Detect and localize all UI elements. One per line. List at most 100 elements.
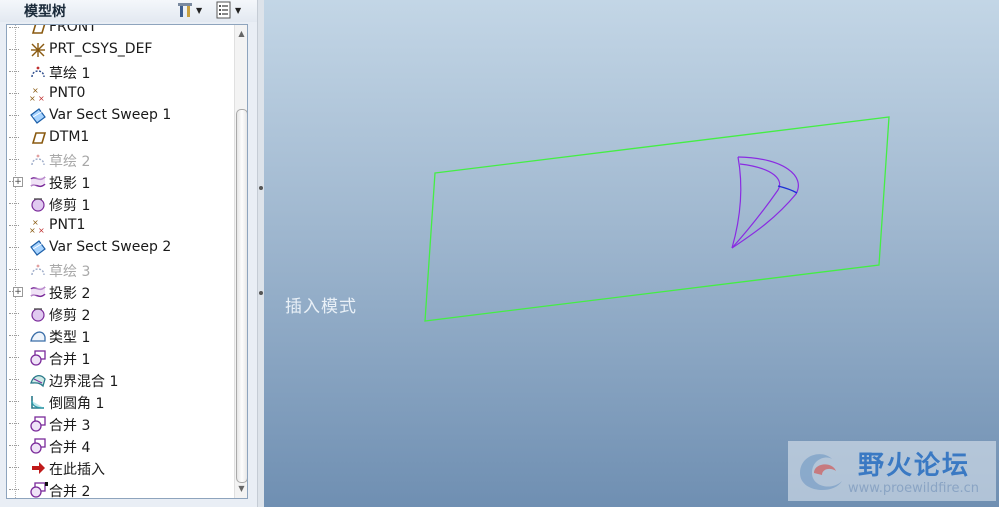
forum-logo-icon [800,454,842,491]
tree-item[interactable]: PRT_CSYS_DEF [7,39,227,61]
tree-item[interactable]: × × × PNT1 [7,215,227,237]
tree-item-label: 倒圆角 1 [49,396,105,412]
tree-item-label: 投影 1 [49,176,91,192]
model-tree: FRONT PRT_CSYS_DEF 草绘 1 × × × PNT0 Var Sect Swe… [6,24,248,499]
sketch-icon [31,66,45,78]
svg-text:×: × [38,94,45,103]
splitter-grip[interactable] [259,291,263,295]
tree-item-label: FRONT [49,24,97,35]
sweep-icon [30,108,46,124]
merge-icon [30,350,46,366]
tree-connector [9,313,19,315]
tree-connector [9,445,19,447]
tree-connector [9,269,19,271]
tree-item-label: 草绘 2 [49,154,91,170]
tree-item[interactable]: × × × PNT0 [7,83,227,105]
coordinate-system-icon [31,43,45,57]
tree-item[interactable]: DTM1 [7,127,227,149]
svg-text:×: × [29,226,36,235]
panel-title: 模型树 [24,4,66,20]
expand-toggle-icon[interactable]: + [13,287,23,297]
forum-url: www.proewildfire.cn [848,481,979,496]
insert-mode-label: 插入模式 [285,297,357,317]
datum-point-icon: ×× × [29,86,45,103]
boundary-blend-icon [30,375,46,388]
tree-item[interactable]: 倒圆角 1 [7,391,227,413]
sweep-icon [30,240,46,256]
tree-connector [9,49,19,51]
model-tree-header: 模型树 ▼ ▼ [0,0,257,22]
merge-icon [30,416,46,432]
tree-item-label: 投影 2 [49,286,91,302]
chevron-down-icon: ▼ [196,5,203,15]
merge-icon [30,438,46,454]
tree-item-label: PRT_CSYS_DEF [49,41,153,57]
insert-here-arrow-icon [32,462,45,474]
tree-item[interactable]: 合并 2 [7,479,227,499]
svg-text:×: × [38,226,45,235]
tree-item[interactable]: 修剪 2 [7,303,227,325]
tree-item[interactable]: 草绘 1 [7,61,227,83]
projection-icon [30,176,46,188]
show-menu-button[interactable]: ▼ [215,1,241,19]
tree-scrollbar[interactable]: ▲ ▼ [234,25,247,498]
tree-item-label: Var Sect Sweep 1 [49,107,172,123]
tree-item-label: 类型 1 [49,330,91,346]
tree-item[interactable]: + 投影 1 [7,171,227,193]
scroll-down-arrow[interactable]: ▼ [235,482,247,496]
round-icon [31,396,45,409]
insert-here-marker[interactable]: 在此插入 [7,457,227,479]
tree-item[interactable]: 草绘 2 [7,149,227,171]
tree-connector [9,93,19,95]
settings-menu-button[interactable]: ▼ [176,1,202,19]
tree-connector [9,379,19,381]
tree-item-label: 草绘 3 [49,264,91,280]
tree-item[interactable]: Var Sect Sweep 2 [7,237,227,259]
tree-connector [9,335,19,337]
tree-item[interactable]: 边界混合 1 [7,369,227,391]
tree-item-label: 合并 1 [49,352,91,368]
tree-item-label: Var Sect Sweep 2 [49,239,172,255]
tree-connector [9,489,19,491]
tree-item-label: 合并 3 [49,418,91,434]
datum-plane-outline[interactable] [424,116,890,322]
splitter-grip[interactable] [259,186,263,190]
tree-item[interactable]: + 投影 2 [7,281,227,303]
scroll-thumb[interactable] [236,109,247,483]
model-scene[interactable] [264,0,999,507]
highlighted-edge[interactable] [777,185,798,194]
trim-icon [31,308,45,322]
tree-item[interactable]: 合并 1 [7,347,227,369]
tree-connector [9,247,19,249]
tree-item[interactable]: Var Sect Sweep 1 [7,105,227,127]
tree-item[interactable]: 类型 1 [7,325,227,347]
blade-curve-leading[interactable] [731,156,742,249]
style-surface-icon [30,331,46,342]
tree-item-label: 修剪 2 [49,308,91,324]
tree-item[interactable]: 合并 3 [7,413,227,435]
tree-connector [9,159,19,161]
tree-item[interactable]: FRONT [7,24,227,39]
tree-connector [9,27,19,29]
expand-toggle-icon[interactable]: + [13,177,23,187]
tree-item[interactable]: 草绘 3 [7,259,227,281]
blade-curve-outer[interactable] [731,156,799,249]
datum-plane-icon [31,132,47,144]
scroll-up-arrow[interactable]: ▲ [235,27,247,41]
tree-item-label: 合并 4 [49,440,91,456]
forum-title: 野火论坛 [858,451,971,481]
tree-connector [9,467,19,469]
tree-item-label: PNT1 [49,217,86,233]
graphics-viewport[interactable]: 插入模式 野火论坛 www.proewildfire.cn [264,0,999,507]
list-view-icon [216,1,231,19]
sketch-icon [31,264,45,276]
insert-position-marker [45,482,48,486]
tree-item[interactable]: 合并 4 [7,435,227,457]
tree-connector [9,401,19,403]
tree-item[interactable]: 修剪 1 [7,193,227,215]
tree-connector [9,357,19,359]
tree-connector [9,71,19,73]
blade-curve-inner[interactable] [731,163,781,249]
tree-connector [9,115,19,117]
tree-item-label: 合并 2 [49,484,91,499]
